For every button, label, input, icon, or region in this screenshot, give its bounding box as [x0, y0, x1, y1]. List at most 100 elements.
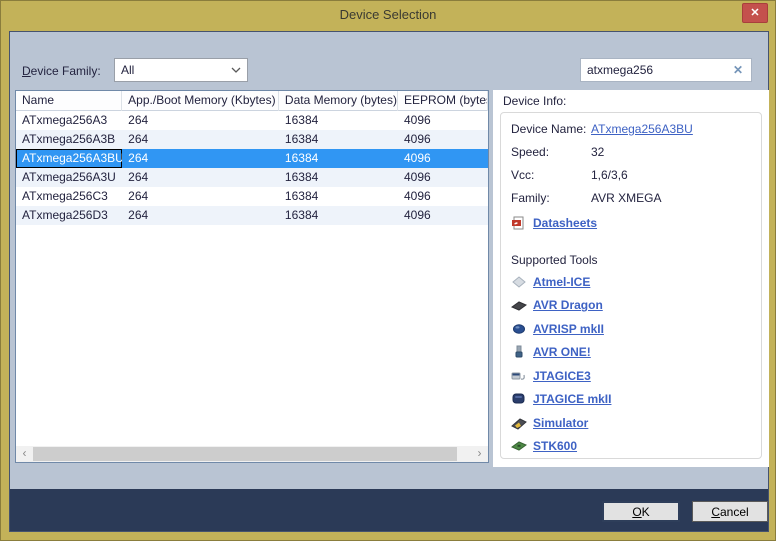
- supported-tools-list: Atmel-ICE AVR Dragon AVRISP mkII AVR ONE! JT…: [511, 270, 761, 458]
- table-cell[interactable]: ATxmega256C3: [16, 187, 122, 206]
- device-info-panel: Device Info: Device Name:ATxmega256A3BUS…: [493, 90, 769, 467]
- search-box[interactable]: ✕: [580, 58, 752, 82]
- device-info-header: Device Info:: [503, 94, 566, 108]
- table-cell[interactable]: 264: [122, 111, 279, 130]
- device-info-row: Speed:32: [511, 142, 761, 165]
- chevron-down-icon: [231, 67, 241, 73]
- table-cell[interactable]: 264: [122, 149, 279, 168]
- avr-one-icon: [511, 345, 529, 359]
- table-row[interactable]: ATxmega256A3U264163844096: [16, 168, 488, 187]
- table-cell[interactable]: 264: [122, 206, 279, 225]
- table-row[interactable]: ATxmega256D3264163844096: [16, 206, 488, 225]
- datasheets-link[interactable]: Datasheets: [533, 216, 597, 230]
- table-cell[interactable]: 4096: [398, 168, 488, 187]
- cancel-button[interactable]: Cancel: [692, 501, 768, 522]
- table-cell[interactable]: 16384: [279, 187, 398, 206]
- tool-link[interactable]: STK600: [533, 439, 577, 453]
- clear-search-icon[interactable]: ✕: [725, 63, 751, 77]
- table-cell[interactable]: ATxmega256A3B: [16, 130, 122, 149]
- table-cell[interactable]: 16384: [279, 149, 398, 168]
- table-cell[interactable]: 16384: [279, 206, 398, 225]
- device-info-row: Device Name:ATxmega256A3BU: [511, 119, 761, 142]
- device-info-label: Vcc:: [511, 165, 591, 185]
- search-input[interactable]: [581, 63, 725, 77]
- device-info-fields: Device Name:ATxmega256A3BUSpeed:32Vcc:1,…: [511, 119, 761, 211]
- device-name-link[interactable]: ATxmega256A3BU: [591, 119, 693, 139]
- atmel-ice-icon: [511, 275, 529, 289]
- table-cell[interactable]: 4096: [398, 187, 488, 206]
- table-row[interactable]: ATxmega256A3BU264163844096: [16, 149, 488, 168]
- stk600-icon: [511, 439, 529, 453]
- table-cell[interactable]: 16384: [279, 130, 398, 149]
- column-header[interactable]: Data Memory (bytes): [279, 91, 398, 111]
- device-info-groupbox: Device Name:ATxmega256A3BUSpeed:32Vcc:1,…: [500, 112, 762, 459]
- table-body: ATxmega256A3264163844096ATxmega256A3B264…: [16, 111, 488, 446]
- tool-link[interactable]: JTAGICE3: [533, 369, 591, 383]
- tool-item: JTAGICE mkII: [511, 388, 761, 412]
- table-cell[interactable]: ATxmega256A3: [16, 111, 122, 130]
- device-selection-dialog: Device Selection ✕ Device Family: All ✕ …: [0, 0, 776, 541]
- scrollbar-thumb[interactable]: [33, 447, 457, 461]
- column-header[interactable]: EEPROM (bytes): [398, 91, 488, 111]
- tool-link[interactable]: AVR Dragon: [533, 298, 603, 312]
- device-info-value: 32: [591, 142, 604, 162]
- footer-bar: OK Cancel: [10, 489, 768, 531]
- device-info-row: Family:AVR XMEGA: [511, 188, 761, 211]
- window-title: Device Selection: [1, 7, 775, 22]
- ok-button[interactable]: OK: [602, 501, 680, 522]
- table-cell[interactable]: 264: [122, 187, 279, 206]
- column-header[interactable]: App./Boot Memory (Kbytes): [122, 91, 279, 111]
- table-cell[interactable]: ATxmega256D3: [16, 206, 122, 225]
- device-info-label: Device Name:: [511, 119, 591, 139]
- tool-item: Simulator: [511, 411, 761, 435]
- device-info-value: AVR XMEGA: [591, 188, 661, 208]
- table-cell[interactable]: 4096: [398, 111, 488, 130]
- table-cell[interactable]: 4096: [398, 149, 488, 168]
- device-info-value: 1,6/3,6: [591, 165, 628, 185]
- table-row[interactable]: ATxmega256A3B264163844096: [16, 130, 488, 149]
- tool-item: AVR Dragon: [511, 294, 761, 318]
- table-row[interactable]: ATxmega256A3264163844096: [16, 111, 488, 130]
- table-header-row: NameApp./Boot Memory (Kbytes)Data Memory…: [16, 91, 488, 111]
- jtagice-mkii-icon: [511, 392, 529, 406]
- column-header[interactable]: Name: [16, 91, 122, 111]
- close-icon: ✕: [750, 7, 759, 19]
- table-cell[interactable]: 16384: [279, 168, 398, 187]
- table-cell[interactable]: 4096: [398, 130, 488, 149]
- close-button[interactable]: ✕: [742, 3, 768, 23]
- device-table: NameApp./Boot Memory (Kbytes)Data Memory…: [15, 90, 489, 463]
- horizontal-scrollbar[interactable]: ‹ ›: [16, 446, 488, 462]
- table-cell[interactable]: ATxmega256A3BU: [16, 149, 122, 168]
- tool-item: AVR ONE!: [511, 341, 761, 365]
- simulator-icon: [511, 416, 529, 430]
- titlebar: Device Selection ✕: [1, 1, 775, 31]
- tool-link[interactable]: Atmel-ICE: [533, 275, 590, 289]
- tool-link[interactable]: AVR ONE!: [533, 345, 591, 359]
- datasheets-row: Datasheets: [511, 211, 761, 234]
- tool-link[interactable]: Simulator: [533, 416, 588, 430]
- device-family-select[interactable]: All: [114, 58, 248, 82]
- pdf-icon: [511, 216, 529, 230]
- avrisp-mkii-icon: [511, 322, 529, 336]
- table-cell[interactable]: 264: [122, 168, 279, 187]
- scroll-right-icon[interactable]: ›: [471, 446, 488, 462]
- device-info-label: Speed:: [511, 142, 591, 162]
- tool-item: JTAGICE3: [511, 364, 761, 388]
- table-row[interactable]: ATxmega256C3264163844096: [16, 187, 488, 206]
- tool-item: STK600: [511, 435, 761, 459]
- table-cell[interactable]: 16384: [279, 111, 398, 130]
- device-info-label: Family:: [511, 188, 591, 208]
- device-info-row: Vcc:1,6/3,6: [511, 165, 761, 188]
- device-family-value: All: [121, 63, 134, 77]
- table-cell[interactable]: 264: [122, 130, 279, 149]
- tool-item: AVRISP mkII: [511, 317, 761, 341]
- jtagice3-icon: [511, 369, 529, 383]
- tool-link[interactable]: AVRISP mkII: [533, 322, 604, 336]
- avr-dragon-icon: [511, 298, 529, 312]
- scroll-left-icon[interactable]: ‹: [16, 446, 33, 462]
- table-cell[interactable]: 4096: [398, 206, 488, 225]
- tool-item: Atmel-ICE: [511, 270, 761, 294]
- tool-link[interactable]: JTAGICE mkII: [533, 392, 611, 406]
- table-cell[interactable]: ATxmega256A3U: [16, 168, 122, 187]
- device-family-label: Device Family:: [22, 64, 101, 78]
